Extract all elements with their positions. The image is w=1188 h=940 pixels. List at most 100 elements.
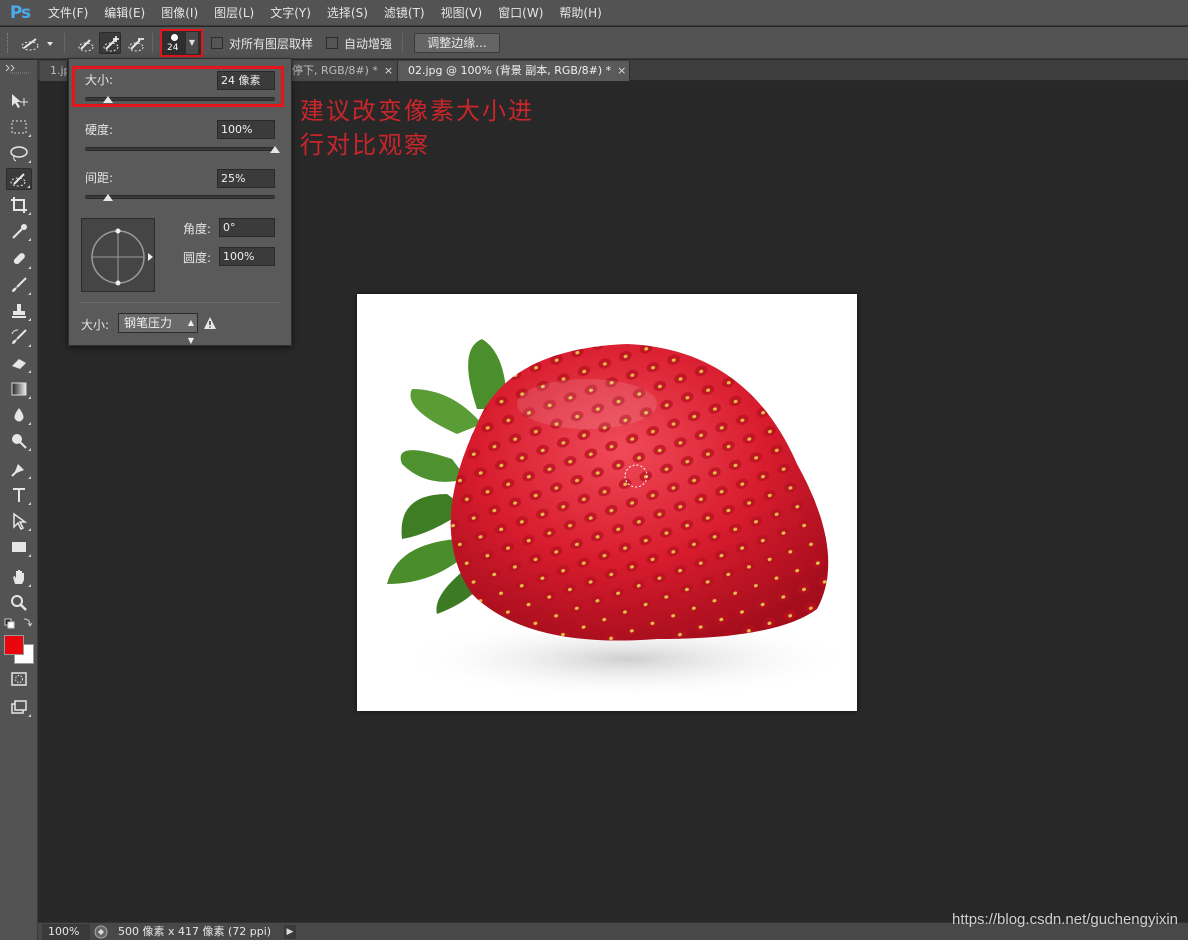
status-menu-arrow-icon[interactable]: ▶ bbox=[284, 925, 296, 939]
brush-picker[interactable]: 24 ▼ bbox=[160, 29, 203, 57]
subtract-from-selection-icon bbox=[128, 38, 144, 52]
brush-size-readout: 24 bbox=[167, 43, 179, 53]
crop-tool[interactable] bbox=[6, 194, 32, 216]
size-label: 大小: bbox=[85, 73, 114, 87]
size-slider-thumb[interactable] bbox=[102, 96, 113, 103]
menu-help[interactable]: 帮助(H) bbox=[551, 0, 609, 26]
options-separator bbox=[64, 33, 65, 53]
menu-image[interactable]: 图像(I) bbox=[153, 0, 206, 26]
move-tool[interactable] bbox=[6, 90, 32, 112]
clone-stamp-tool[interactable] bbox=[6, 300, 32, 322]
panel-divider bbox=[79, 302, 281, 303]
tab-close-icon[interactable]: × bbox=[617, 64, 626, 77]
hand-tool[interactable] bbox=[6, 566, 32, 588]
roundness-input[interactable]: 100% bbox=[219, 247, 275, 266]
angle-input[interactable]: 0° bbox=[219, 218, 275, 237]
brush-tool[interactable] bbox=[6, 274, 32, 296]
refine-edge-button[interactable]: 调整边缘... bbox=[414, 33, 500, 53]
sample-all-layers-label: 对所有图层取样 bbox=[229, 37, 314, 51]
menu-bar: Ps 文件(F) 编辑(E) 图像(I) 图层(L) 文字(Y) 选择(S) 滤… bbox=[0, 0, 1188, 26]
add-to-selection-button[interactable] bbox=[99, 32, 121, 54]
menu-window[interactable]: 窗口(W) bbox=[490, 0, 551, 26]
watermark-url: https://blog.csdn.net/guchengyixin bbox=[952, 911, 1178, 928]
subtract-from-selection-button[interactable] bbox=[124, 32, 146, 54]
warning-icon bbox=[204, 317, 216, 329]
lasso-icon bbox=[10, 146, 28, 162]
hardness-slider-thumb[interactable] bbox=[270, 146, 280, 153]
brush-angle-widget[interactable] bbox=[81, 218, 155, 292]
quick-mask-button[interactable] bbox=[6, 668, 32, 690]
zoom-level-field[interactable]: 100% bbox=[42, 924, 90, 940]
eraser-icon bbox=[12, 359, 26, 369]
options-separator bbox=[402, 33, 403, 53]
size-slider[interactable] bbox=[85, 97, 275, 101]
quick-mask-icon bbox=[11, 672, 27, 686]
spacing-slider[interactable] bbox=[85, 195, 275, 199]
healing-brush-tool[interactable] bbox=[6, 248, 32, 270]
quick-selection-icon bbox=[10, 173, 26, 187]
tab-document-02[interactable]: 02.jpg @ 100% (背景 副本, RGB/8#) * × bbox=[398, 61, 630, 81]
photoshop-logo: Ps bbox=[9, 2, 31, 23]
sample-all-layers-checkbox[interactable] bbox=[211, 37, 223, 49]
size-input[interactable]: 24 像素 bbox=[217, 71, 275, 90]
document-info: 500 像素 x 417 像素 (72 ppi) bbox=[118, 925, 272, 938]
path-selection-tool[interactable] bbox=[6, 510, 32, 532]
brush-preset-popup: 大小: 24 像素 硬度: 100% 间距: 25% 角度: 0° 圆度: 10… bbox=[68, 58, 292, 346]
eraser-tool[interactable] bbox=[6, 352, 32, 374]
menu-select[interactable]: 选择(S) bbox=[319, 0, 376, 26]
menu-view[interactable]: 视图(V) bbox=[433, 0, 491, 26]
pen-tool[interactable] bbox=[6, 458, 32, 480]
document-canvas[interactable] bbox=[357, 294, 857, 711]
lasso-tool[interactable] bbox=[6, 142, 32, 164]
hardness-input[interactable]: 100% bbox=[217, 120, 275, 139]
dodge-tool[interactable] bbox=[6, 430, 32, 452]
annotation-line-2: 行对比观察 bbox=[300, 131, 430, 159]
blur-tool[interactable] bbox=[6, 404, 32, 426]
roundness-label: 圆度: bbox=[183, 251, 212, 265]
brush-picker-dropdown-icon[interactable]: ▼ bbox=[186, 32, 198, 54]
rectangular-marquee-icon bbox=[11, 120, 27, 134]
type-tool[interactable] bbox=[6, 484, 32, 506]
screen-mode-button[interactable] bbox=[6, 696, 32, 718]
auto-enhance-checkbox[interactable] bbox=[326, 37, 338, 49]
pen-pressure-select[interactable]: 钢笔压力 ▲ ▼ bbox=[118, 313, 198, 345]
eyedropper-icon bbox=[12, 224, 27, 239]
zoom-tool[interactable] bbox=[6, 592, 32, 614]
foreground-color-swatch[interactable] bbox=[4, 635, 24, 655]
options-bar-grip[interactable] bbox=[7, 33, 9, 53]
hardness-slider[interactable] bbox=[85, 147, 275, 151]
angle-label: 角度: bbox=[183, 222, 212, 236]
quick-selection-preset-icon bbox=[21, 38, 53, 51]
menu-filter[interactable]: 滤镜(T) bbox=[376, 0, 433, 26]
options-separator bbox=[152, 33, 153, 53]
document-status-icon[interactable] bbox=[94, 925, 108, 939]
gradient-tool[interactable] bbox=[6, 378, 32, 400]
tab-close-icon[interactable]: × bbox=[384, 64, 393, 77]
water-drop-icon bbox=[14, 408, 24, 422]
quick-selection-tool[interactable] bbox=[6, 168, 32, 190]
add-to-selection-icon bbox=[103, 36, 119, 52]
menu-edit[interactable]: 编辑(E) bbox=[96, 0, 153, 26]
menu-layer[interactable]: 图层(L) bbox=[206, 0, 262, 26]
rectangle-tool[interactable] bbox=[6, 536, 32, 558]
default-and-swap-colors-icon[interactable] bbox=[4, 617, 34, 629]
auto-enhance-label: 自动增强 bbox=[344, 37, 393, 51]
annotation-text: 建议改变像素大小进 行对比观察 bbox=[300, 94, 560, 162]
toolbox-collapse-icon[interactable] bbox=[4, 62, 34, 74]
tab-document-1[interactable]: 1.jp bbox=[40, 61, 68, 81]
select-chevron-icon: ▲ ▼ bbox=[187, 318, 194, 345]
spacing-slider-thumb[interactable] bbox=[102, 194, 113, 201]
menu-file[interactable]: 文件(F) bbox=[40, 0, 96, 26]
history-brush-icon bbox=[11, 329, 27, 344]
tab-document-2[interactable]: 停下, RGB/8#) * × bbox=[292, 61, 398, 81]
eyedropper-tool[interactable] bbox=[6, 220, 32, 242]
history-brush-tool[interactable] bbox=[6, 326, 32, 348]
tool-preset-picker[interactable] bbox=[18, 33, 58, 53]
spacing-input[interactable]: 25% bbox=[217, 169, 275, 188]
new-selection-button[interactable] bbox=[74, 32, 96, 54]
brush-tip-preview-icon bbox=[91, 228, 153, 286]
menu-type[interactable]: 文字(Y) bbox=[262, 0, 319, 26]
annotation-line-1: 建议改变像素大小进 bbox=[300, 97, 534, 125]
marquee-tool[interactable] bbox=[6, 116, 32, 138]
stamp-icon bbox=[12, 304, 26, 318]
